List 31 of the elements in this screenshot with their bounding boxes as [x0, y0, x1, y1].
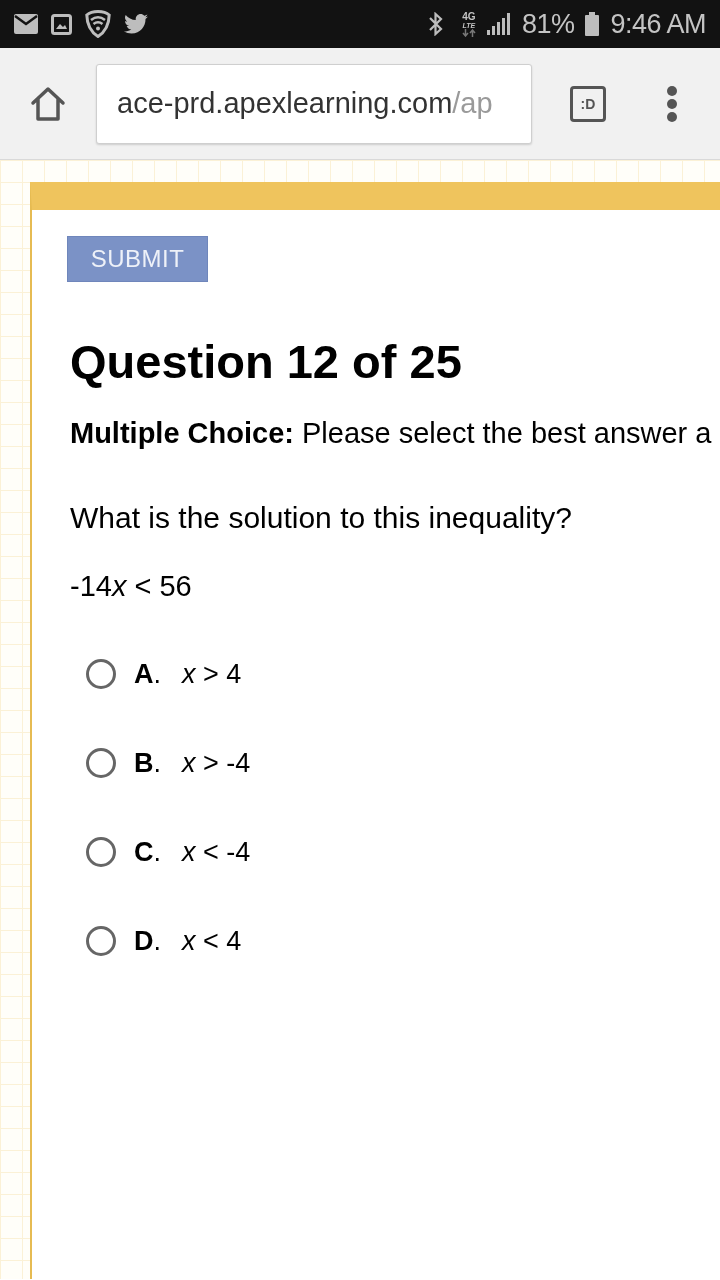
- question-heading: Question 12 of 25: [70, 334, 463, 389]
- choice-text: x > 4: [182, 658, 242, 690]
- choice-letter: A.: [134, 658, 162, 690]
- data-arrows-icon: [461, 28, 476, 37]
- radio-button[interactable]: [86, 837, 116, 867]
- shield-wifi-icon: [85, 10, 111, 38]
- battery-percentage: 81%: [521, 10, 575, 38]
- home-icon[interactable]: [30, 85, 66, 122]
- instructions-text: Multiple Choice: Please select the best answer a: [70, 417, 713, 449]
- choice-text: x < 4: [182, 925, 242, 957]
- radio-button[interactable]: [86, 659, 116, 689]
- clock-time: 9:46 AM: [610, 10, 706, 38]
- signal-icon: [486, 13, 511, 35]
- bird-icon: [124, 14, 148, 34]
- menu-icon[interactable]: [666, 84, 678, 123]
- choice-letter: B.: [134, 747, 162, 779]
- mail-icon: [14, 14, 38, 34]
- battery-icon: [585, 12, 600, 36]
- choice-letter: D.: [134, 925, 162, 957]
- question-text: What is the solution to this inequality?: [70, 501, 573, 535]
- inequality-text: -14x < 56: [70, 570, 193, 602]
- choice-letter: C.: [134, 836, 162, 868]
- network-type-label: 4G: [462, 11, 476, 22]
- choice-text: x < -4: [182, 836, 251, 868]
- tabs-button[interactable]: :D: [570, 85, 606, 122]
- radio-button[interactable]: [86, 926, 116, 956]
- address-bar[interactable]: ace-prd.apexlearning.com/ap: [96, 63, 532, 144]
- choice-text: x > -4: [182, 747, 251, 779]
- image-icon: [51, 13, 72, 35]
- bluetooth-icon: [427, 12, 443, 36]
- radio-button[interactable]: [86, 748, 116, 778]
